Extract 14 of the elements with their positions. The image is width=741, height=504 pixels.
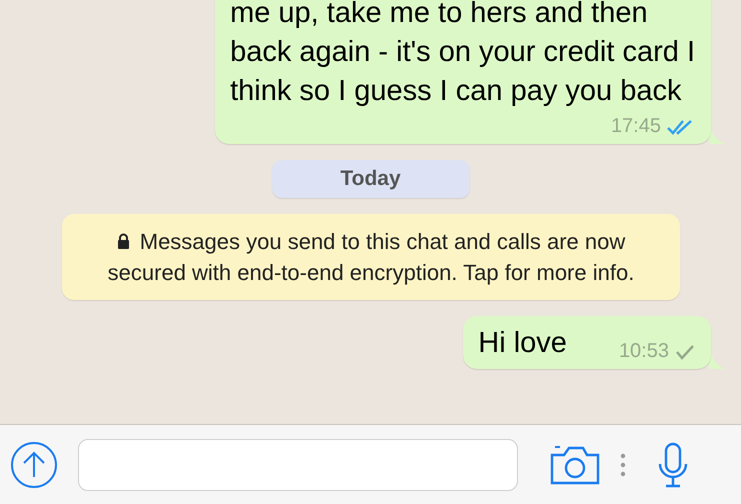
lock-icon <box>116 233 130 250</box>
microphone-icon[interactable] <box>658 442 688 488</box>
message-text: me up, take me to hers and then <box>230 0 649 31</box>
more-icon[interactable] <box>620 452 626 476</box>
upload-icon[interactable] <box>10 440 58 488</box>
message-time: 10:53 <box>618 340 669 363</box>
message-text: think so I guess I can pay you back <box>230 74 682 109</box>
camera-icon[interactable] <box>550 444 600 484</box>
encryption-notice[interactable]: Messages you send to this chat and calls are now secured with end-to-end encryption. Tap for more info. <box>62 214 680 300</box>
message-text: back again - it's on your credit card I <box>230 35 695 70</box>
message-input[interactable] <box>78 438 518 490</box>
date-label: Today <box>272 160 470 198</box>
message-text: Hi love <box>478 326 567 361</box>
message-time: 17:45 <box>610 115 661 138</box>
